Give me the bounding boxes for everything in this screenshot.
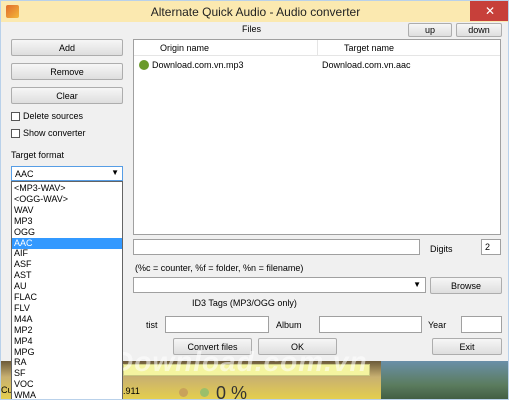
format-option[interactable]: WAV bbox=[12, 205, 122, 216]
format-option[interactable]: M4A bbox=[12, 314, 122, 325]
digits-input[interactable]: 2 bbox=[481, 239, 501, 255]
app-icon bbox=[6, 5, 19, 18]
up-button[interactable]: up bbox=[408, 23, 452, 37]
format-option[interactable]: MP3 bbox=[12, 216, 122, 227]
show-converter-label: Show converter bbox=[23, 128, 86, 138]
status-dot bbox=[179, 388, 188, 397]
target-format-value: AAC bbox=[15, 169, 34, 179]
format-option[interactable]: VOC bbox=[12, 379, 122, 390]
show-converter-checkbox[interactable] bbox=[11, 129, 20, 138]
format-option[interactable]: ASF bbox=[12, 259, 122, 270]
format-option[interactable]: WMA bbox=[12, 390, 122, 399]
format-option[interactable]: AU bbox=[12, 281, 122, 292]
files-label: Files bbox=[242, 24, 262, 34]
format-option[interactable]: MP2 bbox=[12, 325, 122, 336]
format-option[interactable]: FLAC bbox=[12, 292, 122, 303]
format-option[interactable]: MPG bbox=[12, 347, 122, 358]
origin-name: Download.com.vn.mp3 bbox=[152, 60, 244, 70]
file-list-header: Origin name Target name bbox=[134, 40, 500, 56]
down-button[interactable]: down bbox=[456, 23, 502, 37]
format-option[interactable]: SF bbox=[12, 368, 122, 379]
chevron-down-icon: ▼ bbox=[111, 168, 119, 177]
format-option[interactable]: AAC bbox=[12, 237, 122, 249]
target-name: Download.com.vn.aac bbox=[322, 60, 411, 70]
file-list[interactable]: Origin name Target name Download.com.vn.… bbox=[133, 39, 501, 235]
remove-button[interactable]: Remove bbox=[11, 63, 123, 80]
filename-pattern-input[interactable] bbox=[133, 239, 420, 255]
target-format-label: Target format bbox=[11, 150, 65, 160]
format-option[interactable]: MP4 bbox=[12, 336, 122, 347]
pattern-hint: (%c = counter, %f = folder, %n = filenam… bbox=[135, 263, 304, 273]
converter-window: Alternate Quick Audio - Audio converter … bbox=[0, 0, 509, 400]
browse-button[interactable]: Browse bbox=[430, 277, 502, 294]
album-input[interactable] bbox=[319, 316, 422, 333]
target-format-dropdown-list[interactable]: <MP3-WAV> <OGG-WAV> WAV MP3 OGG AAC AIF ASF AST A… bbox=[11, 181, 123, 399]
format-option[interactable]: <OGG-WAV> bbox=[12, 194, 122, 205]
window-title: Alternate Quick Audio - Audio converter bbox=[150, 4, 361, 19]
year-input[interactable] bbox=[461, 316, 502, 333]
output-folder-select[interactable]: ▼ bbox=[133, 277, 426, 293]
clear-button[interactable]: Clear bbox=[11, 87, 123, 104]
target-format-select[interactable]: AAC ▼ bbox=[11, 166, 123, 181]
title-bar: Alternate Quick Audio - Audio converter … bbox=[1, 1, 508, 22]
format-option[interactable]: RA bbox=[12, 357, 122, 368]
column-header-target[interactable]: Target name bbox=[344, 43, 394, 53]
year-label: Year bbox=[428, 320, 447, 330]
id3-tags-label: ID3 Tags (MP3/OGG only) bbox=[192, 298, 297, 308]
artist-input[interactable] bbox=[165, 316, 269, 333]
format-option[interactable]: FLV bbox=[12, 303, 122, 314]
format-option[interactable]: OGG bbox=[12, 227, 122, 238]
close-button[interactable]: ✕ bbox=[470, 1, 508, 21]
column-header-origin[interactable]: Origin name bbox=[160, 43, 209, 53]
background-photo bbox=[381, 361, 508, 399]
exit-button[interactable]: Exit bbox=[432, 338, 502, 355]
chevron-down-icon: ▼ bbox=[413, 280, 421, 289]
watermark: Download.com.vn bbox=[113, 346, 368, 377]
format-option[interactable]: <MP3-WAV> bbox=[12, 183, 122, 194]
delete-sources-label: Delete sources bbox=[23, 111, 84, 121]
digits-label: Digits bbox=[430, 244, 453, 254]
background-percent: 0 % bbox=[216, 383, 248, 400]
format-option[interactable]: AST bbox=[12, 270, 122, 281]
add-button[interactable]: Add bbox=[11, 39, 123, 56]
artist-label: tist bbox=[146, 320, 158, 330]
audio-file-icon bbox=[139, 60, 149, 70]
file-row[interactable]: Download.com.vn.mp3 Download.com.vn.aac bbox=[134, 59, 500, 73]
status-dot bbox=[200, 388, 209, 397]
column-divider[interactable] bbox=[317, 40, 318, 55]
delete-sources-checkbox[interactable] bbox=[11, 112, 20, 121]
format-option[interactable]: AIF bbox=[12, 248, 122, 259]
album-label: Album bbox=[276, 320, 302, 330]
